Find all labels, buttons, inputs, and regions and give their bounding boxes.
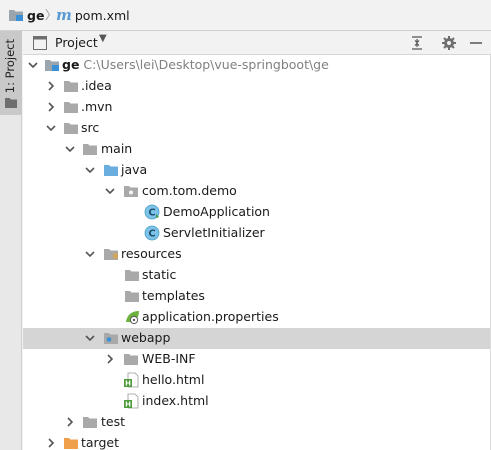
folder-icon — [5, 98, 17, 108]
tree-node-src-label: src — [81, 120, 100, 135]
tree-node-demo-application[interactable]: C DemoApplication — [23, 202, 491, 223]
root-path: C:\Users\lei\Desktop\vue-springboot\ge — [83, 57, 329, 72]
chevron-right-icon — [48, 81, 55, 91]
html-file-icon: H — [124, 393, 139, 409]
web-folder-icon — [104, 333, 118, 344]
folder-icon — [83, 144, 97, 155]
collapse-all-icon[interactable] — [409, 35, 425, 51]
folder-icon — [125, 270, 139, 281]
folder-icon — [64, 81, 78, 92]
tree-node-mvn[interactable]: .mvn — [23, 97, 491, 118]
tree-node-resources-label: resources — [121, 246, 182, 261]
project-panel-header: Project ▼ — [23, 31, 491, 55]
tree-node-hello-html[interactable]: H hello.html — [23, 370, 491, 391]
tree-node-index-html[interactable]: H index.html — [23, 391, 491, 412]
tree-node-idea-label: .idea — [81, 78, 112, 93]
project-tree: ge C:\Users\lei\Desktop\vue-springboot\g… — [23, 55, 491, 450]
project-tab-label: 1: Project — [3, 39, 17, 94]
module-folder-icon — [45, 60, 59, 71]
project-view-icon — [33, 36, 47, 50]
tree-node-main-label: main — [101, 141, 133, 156]
chevron-down-icon — [85, 335, 95, 342]
tree-node-web-inf-label: WEB-INF — [142, 351, 196, 366]
folder-icon — [9, 10, 23, 21]
tree-node-static-label: static — [142, 267, 177, 282]
navigation-bar: ge 〉 m pom.xml — [0, 0, 491, 31]
tree-node-application-properties-label: application.properties — [142, 309, 279, 324]
svg-text:H: H — [125, 401, 131, 409]
tree-node-test[interactable]: test — [23, 412, 491, 433]
chevron-right-icon — [48, 438, 55, 448]
class-icon: C — [144, 225, 160, 241]
view-dropdown-icon[interactable]: ▼ — [99, 33, 107, 44]
tree-node-servlet-initializer[interactable]: C ServletInitializer — [23, 223, 491, 244]
tree-node-mvn-label: .mvn — [81, 99, 113, 114]
tree-node-templates-label: templates — [142, 288, 205, 303]
breadcrumb-project-label: ge — [27, 7, 45, 23]
chevron-right-icon — [67, 417, 74, 427]
spring-boot-class-icon: C — [144, 204, 160, 220]
tree-node-templates[interactable]: templates — [23, 286, 491, 307]
gear-icon[interactable] — [441, 35, 457, 51]
tree-node-web-inf[interactable]: WEB-INF — [23, 349, 491, 370]
svg-text:C: C — [148, 229, 155, 240]
breadcrumb-file[interactable]: m pom.xml — [56, 6, 130, 24]
tree-node-target[interactable]: target — [23, 433, 491, 450]
tree-node-index-html-label: index.html — [142, 393, 209, 408]
tree-node-src[interactable]: src — [23, 118, 491, 139]
chevron-down-icon — [28, 62, 38, 69]
svg-text:C: C — [148, 208, 155, 219]
tree-node-root[interactable]: ge C:\Users\lei\Desktop\vue-springboot\g… — [23, 55, 491, 76]
root-name: ge — [62, 57, 80, 72]
svg-text:H: H — [125, 380, 131, 388]
folder-icon — [64, 123, 78, 134]
chevron-down-icon — [46, 125, 56, 132]
chevron-down-icon — [85, 251, 95, 258]
tree-node-root-label: ge C:\Users\lei\Desktop\vue-springboot\g… — [62, 57, 329, 73]
tree-node-application-properties[interactable]: application.properties — [23, 307, 491, 328]
chevron-down-icon — [65, 146, 75, 153]
excluded-folder-icon — [64, 438, 78, 449]
tree-node-hello-html-label: hello.html — [142, 372, 205, 387]
tree-node-webapp[interactable]: webapp — [23, 328, 491, 349]
tree-node-static[interactable]: static — [23, 265, 491, 286]
folder-icon — [64, 102, 78, 113]
resources-folder-icon — [104, 249, 118, 260]
tool-window-stripe: 1: Project — [0, 31, 22, 450]
tree-node-package[interactable]: com.tom.demo — [23, 181, 491, 202]
tree-node-main[interactable]: main — [23, 139, 491, 160]
folder-icon — [125, 291, 139, 302]
tree-node-java-label: java — [121, 162, 148, 177]
maven-icon: m — [56, 6, 72, 24]
package-icon — [124, 186, 138, 197]
hide-panel-icon[interactable] — [468, 35, 484, 51]
project-tool-window-tab[interactable]: 1: Project — [0, 31, 22, 115]
chevron-right-icon — [48, 102, 55, 112]
tree-node-demo-application-label: DemoApplication — [163, 204, 270, 219]
tree-node-package-label: com.tom.demo — [142, 183, 237, 198]
breadcrumb-project[interactable]: ge — [8, 6, 44, 24]
breadcrumb-file-label: pom.xml — [74, 7, 130, 23]
chevron-down-icon — [105, 188, 115, 195]
chevron-down-icon — [85, 167, 95, 174]
tree-node-java[interactable]: java — [23, 160, 491, 181]
source-folder-icon — [104, 165, 118, 176]
tree-node-servlet-initializer-label: ServletInitializer — [163, 225, 265, 240]
tree-node-idea[interactable]: .idea — [23, 76, 491, 97]
folder-icon — [83, 417, 97, 428]
spring-properties-icon — [126, 311, 139, 325]
tree-node-target-label: target — [81, 435, 120, 450]
tree-node-webapp-label: webapp — [121, 330, 171, 345]
folder-icon — [124, 354, 138, 365]
chevron-right-icon — [107, 354, 114, 364]
tree-node-resources[interactable]: resources — [23, 244, 491, 265]
tree-node-test-label: test — [101, 414, 126, 429]
html-file-icon: H — [124, 372, 139, 388]
panel-title[interactable]: Project — [55, 35, 98, 50]
